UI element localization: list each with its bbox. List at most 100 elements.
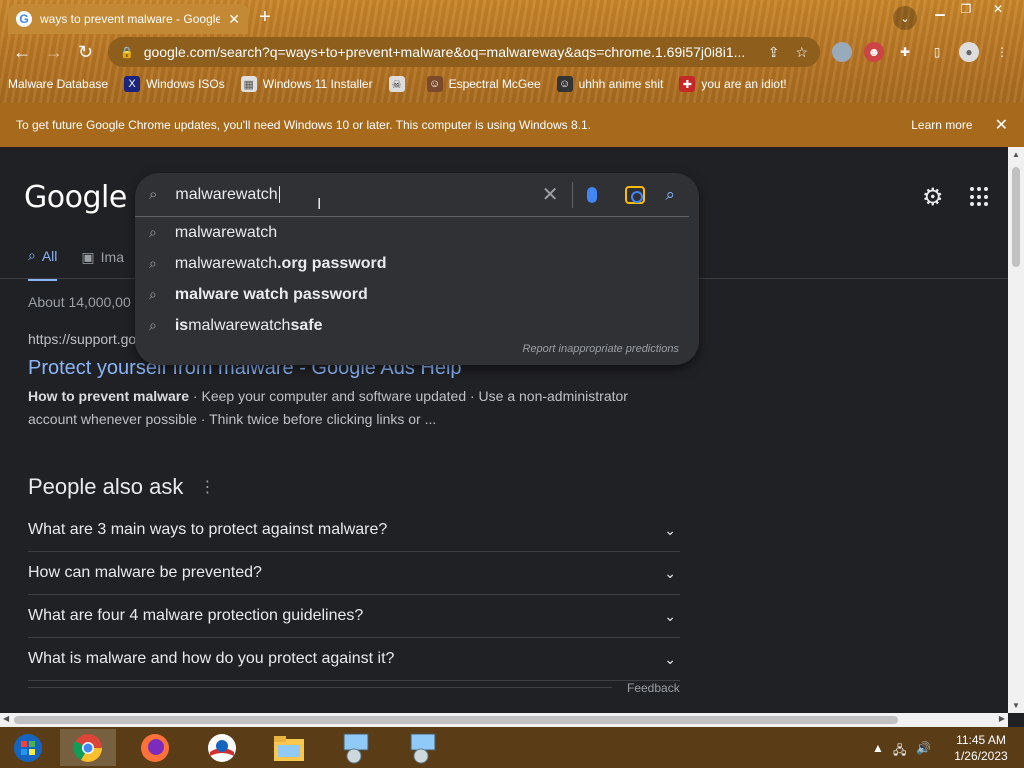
scroll-thumb[interactable] — [14, 716, 898, 724]
scroll-right-icon[interactable]: ▶ — [999, 714, 1005, 723]
text-cursor-icon: I — [317, 196, 322, 213]
result-cite[interactable]: https://support.go — [28, 331, 136, 347]
scroll-thumb[interactable] — [1012, 167, 1020, 267]
windows-taskbar: ▲ 🖧 🔊 11:45 AM 1/26/2023 — [0, 727, 1024, 768]
url-host: google.com — [143, 44, 217, 60]
forward-button[interactable]: → — [45, 42, 63, 63]
taskbar-chrome[interactable] — [60, 729, 116, 766]
google-favicon-icon: G — [16, 11, 32, 27]
browser-tab[interactable]: G ways to prevent malware - Google ✕ — [8, 4, 248, 34]
face-icon: ☺ — [426, 76, 443, 92]
back-button[interactable]: ← — [13, 42, 31, 63]
bookmarks-bar: Malware Database X Windows ISOs ▦ Window… — [8, 74, 787, 94]
bookmark-espectral-mcgee[interactable]: ☺ Espectral McGee — [426, 76, 541, 92]
network-icon[interactable]: 🖧 — [893, 741, 906, 762]
paa-heading-text: People also ask — [28, 474, 184, 499]
tab-images[interactable]: ▣ Ima — [81, 247, 124, 281]
round-logo-icon — [208, 733, 236, 762]
url-path: /search?q=ways+to+prevent+malware&oq=mal… — [216, 44, 746, 60]
bookmark-windows-isos[interactable]: X Windows ISOs — [124, 76, 225, 92]
bookmark-windows-11-installer[interactable]: ▦ Windows 11 Installer — [240, 76, 373, 92]
feedback-link[interactable]: Feedback — [627, 681, 680, 695]
bookmark-label: Espectral McGee — [448, 77, 541, 91]
bookmark-label: Malware Database — [8, 77, 109, 91]
suggestion-list: ⌕ malwarewatch ⌕ malwarewatch .org password… — [135, 217, 699, 341]
suggestion-item[interactable]: ⌕ malware watch password — [135, 279, 699, 310]
taskbar-installer-1[interactable] — [328, 729, 384, 766]
clear-icon[interactable]: ✕ — [542, 182, 559, 207]
tray-expand-icon[interactable]: ▲ — [872, 741, 884, 755]
camera-lens-icon[interactable] — [625, 185, 646, 204]
search-tabs: ⌕ All ▣ Ima — [28, 247, 124, 281]
scroll-left-icon[interactable]: ◀ — [3, 714, 9, 723]
bookmark-star-icon[interactable]: ☆ — [795, 44, 808, 61]
folder-icon — [274, 735, 304, 761]
chrome-menu-icon[interactable]: ⋮ — [992, 42, 1012, 62]
report-predictions-link[interactable]: Report inappropriate predictions — [522, 343, 679, 355]
scroll-down-icon[interactable]: ▼ — [1012, 701, 1020, 710]
flag-icon: ✚ — [679, 76, 696, 92]
bookmark-anime[interactable]: ☺ uhhh anime shit — [556, 76, 664, 92]
google-logo[interactable]: Google — [24, 180, 127, 215]
search-icon: ⌕ — [149, 317, 157, 333]
taskbar-installer-2[interactable] — [395, 729, 451, 766]
bookmark-label: Windows ISOs — [146, 77, 225, 91]
scroll-up-icon[interactable]: ▲ — [1012, 150, 1020, 159]
face-icon: ☺ — [556, 76, 573, 92]
tab-search-button[interactable]: ⌄ — [893, 6, 917, 30]
tab-label: All — [41, 247, 58, 264]
search-submit-icon[interactable]: ⌕ — [665, 185, 675, 205]
window-close-button[interactable]: ✕ — [983, 0, 1013, 18]
minimize-button[interactable]: ▁ — [927, 0, 953, 18]
learn-more-link[interactable]: Learn more — [911, 118, 972, 132]
taskbar-file-explorer[interactable] — [261, 729, 317, 766]
infobar-close-icon[interactable]: ✕ — [995, 115, 1008, 135]
settings-gear-icon[interactable]: ⚙ — [922, 183, 944, 212]
paa-question[interactable]: What are four 4 malware protection guide… — [28, 595, 680, 638]
chevron-down-icon: ⌄ — [664, 521, 676, 538]
search-input[interactable]: malwarewatch — [175, 186, 541, 204]
start-button[interactable] — [0, 729, 56, 766]
bookmark-label: uhhh anime shit — [578, 77, 664, 91]
suggestion-item[interactable]: ⌕ is malwarewatch safe — [135, 310, 699, 341]
firefox-icon — [141, 733, 169, 762]
reload-button[interactable]: ↻ — [78, 42, 93, 63]
paa-question[interactable]: What is malware and how do you protect a… — [28, 638, 680, 681]
google-apps-icon[interactable] — [970, 187, 990, 207]
vertical-scrollbar[interactable]: ▲ ▼ — [1008, 147, 1024, 713]
taskbar-firefox[interactable] — [127, 729, 183, 766]
extensions-puzzle-icon[interactable]: ✚ — [895, 42, 915, 62]
address-bar[interactable]: 🔒 google.com/search?q=ways+to+prevent+ma… — [108, 37, 820, 67]
tab-label: Ima — [100, 249, 124, 265]
suggestion-item[interactable]: ⌕ malwarewatch — [135, 217, 699, 248]
microphone-icon[interactable] — [587, 186, 598, 203]
volume-icon[interactable]: 🔊 — [916, 741, 931, 755]
share-icon[interactable]: ⇪ — [768, 44, 780, 61]
search-icon: ⌕ — [149, 186, 158, 203]
more-options-icon[interactable]: ⋮ — [199, 477, 215, 497]
side-panel-icon[interactable]: ▯ — [927, 42, 947, 62]
paa-question[interactable]: What are 3 main ways to protect against … — [28, 509, 680, 552]
update-infobar: To get future Google Chrome updates, you… — [0, 103, 1024, 147]
taskbar-app[interactable] — [194, 729, 250, 766]
paa-divider — [28, 687, 612, 688]
url-text[interactable]: google.com/search?q=ways+to+prevent+malw… — [144, 44, 752, 60]
restore-button[interactable]: ❐ — [953, 0, 979, 18]
profile-extension-icon[interactable]: ☻ — [864, 42, 884, 62]
horizontal-scrollbar[interactable]: ◀ ▶ — [0, 713, 1008, 727]
snippet-bold: How to prevent malware — [28, 388, 190, 404]
profile-avatar-icon[interactable]: ● — [959, 42, 979, 62]
tab-close-icon[interactable]: ✕ — [228, 11, 240, 28]
bookmark-you-are-an-idiot[interactable]: ✚ you are an idiot! — [679, 76, 787, 92]
bookmark-malware-database[interactable]: Malware Database — [8, 77, 108, 91]
suggestion-item[interactable]: ⌕ malwarewatch .org password — [135, 248, 699, 279]
search-icon: ⌕ — [149, 286, 157, 302]
chevron-down-icon: ⌄ — [664, 650, 676, 667]
taskbar-clock[interactable]: 11:45 AM 1/26/2023 — [944, 732, 1018, 764]
new-tab-button[interactable]: + — [259, 6, 271, 29]
bookmark-4[interactable]: ☠ — [388, 76, 411, 92]
search-icon: ⌕ — [149, 224, 157, 240]
paa-question[interactable]: How can malware be prevented? ⌄ — [28, 552, 680, 595]
extension-icon[interactable] — [832, 42, 852, 62]
tab-all[interactable]: ⌕ All — [28, 247, 58, 281]
